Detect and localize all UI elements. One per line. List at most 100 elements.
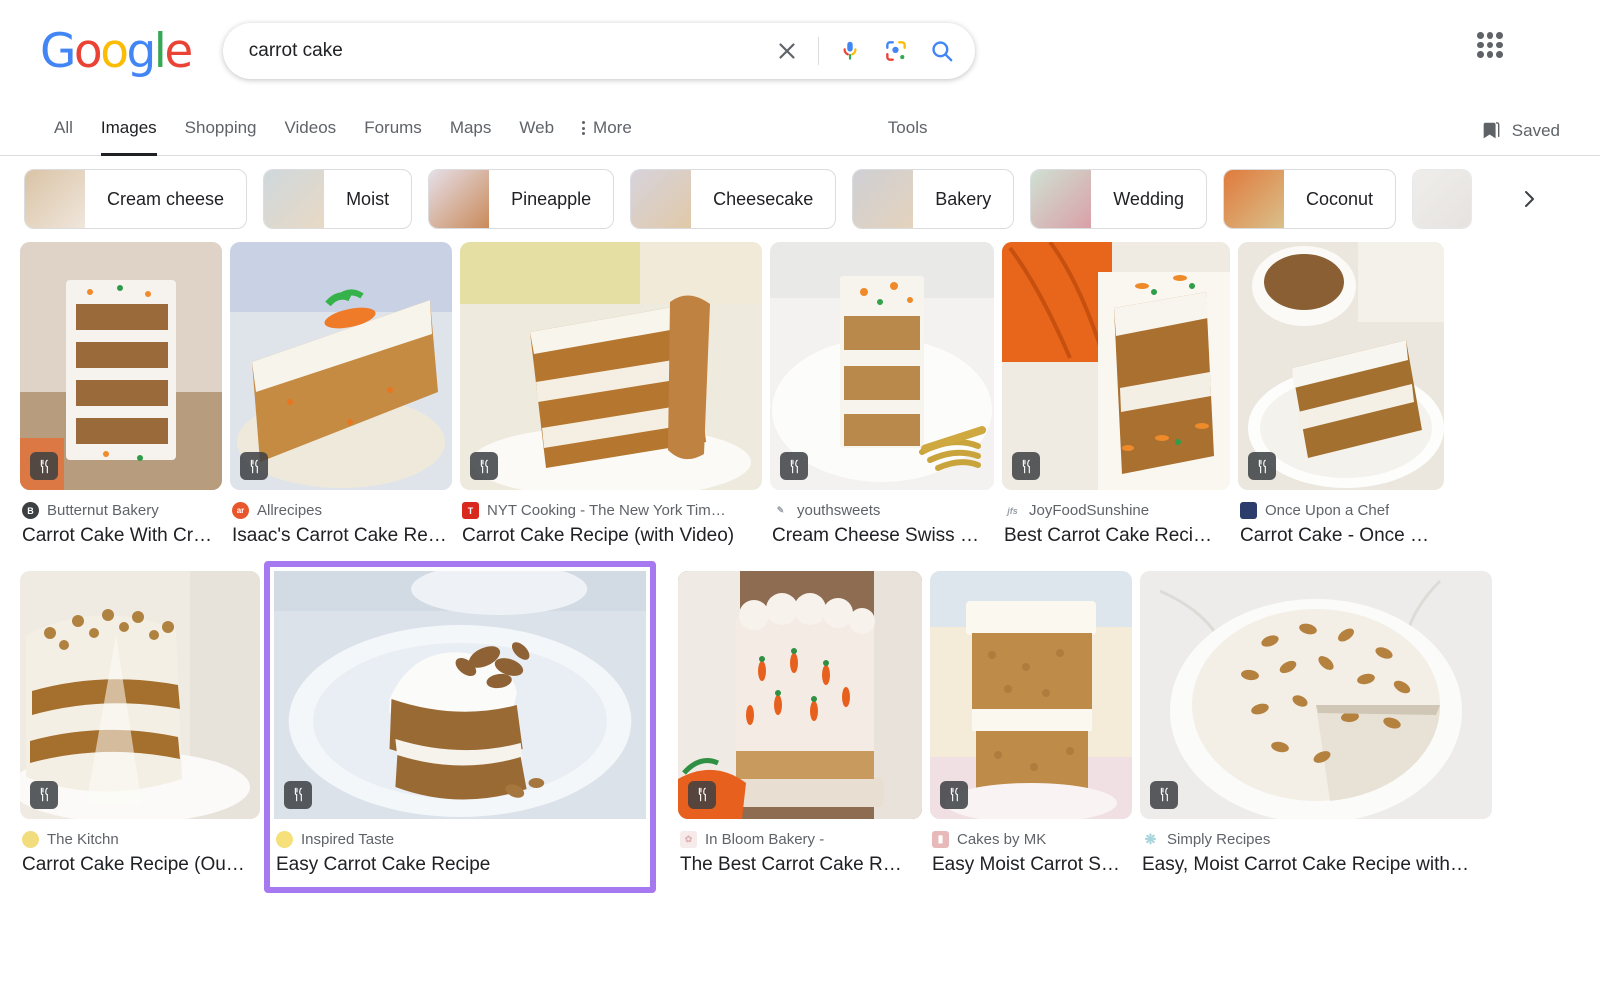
recipe-icon <box>30 452 58 480</box>
tab-images[interactable]: Images <box>87 118 171 156</box>
chip-label: Bakery <box>935 188 992 209</box>
result-thumbnail[interactable] <box>230 242 452 490</box>
result-title[interactable]: Carrot Cake Recipe (with Video) <box>462 524 760 549</box>
tab-more[interactable]: More <box>568 118 646 155</box>
result-source-label: Inspired Taste <box>301 830 395 848</box>
result-source-label: Allrecipes <box>257 502 323 519</box>
result-card[interactable]: ✿ In Bloom Bakery - The Best Carrot Cake… <box>678 570 922 878</box>
site-favicon-icon: ✎ <box>772 502 789 519</box>
recipe-icon <box>940 780 968 809</box>
result-title[interactable]: Best Carrot Cake Reci… <box>1004 524 1228 549</box>
carrot-cake-image <box>274 570 646 819</box>
logo-letter: e <box>164 23 193 79</box>
result-card[interactable]: ▮ Cakes by MK Easy Moist Carrot S… <box>930 570 1132 878</box>
result-meta: The Kitchn Carrot Cake Recipe (Ou… <box>20 819 260 878</box>
google-apps-grid-icon[interactable] <box>1474 29 1506 61</box>
result-source: ✎ youthsweets <box>772 502 992 519</box>
result-title[interactable]: Carrot Cake With Cr… <box>22 524 220 549</box>
result-meta: T NYT Cooking - The New York Tim… Carrot… <box>460 490 762 549</box>
bookmark-icon <box>1483 122 1500 139</box>
chip-moist[interactable]: Moist <box>263 169 413 229</box>
result-meta: ar Allrecipes Isaac's Carrot Cake Re… <box>230 490 452 549</box>
google-lens-icon[interactable] <box>873 28 919 74</box>
recipe-icon <box>30 780 58 809</box>
result-card[interactable]: ❋ Simply Recipes Easy, Moist Carrot Cake… <box>1140 570 1492 878</box>
logo-letter: l <box>153 23 167 79</box>
tab-videos[interactable]: Videos <box>271 118 351 155</box>
search-icon[interactable] <box>919 28 965 74</box>
tools-button[interactable]: Tools <box>874 118 942 155</box>
microphone-icon[interactable] <box>827 28 873 74</box>
result-source-label: Cakes by MK <box>957 830 1047 848</box>
result-meta: Inspired Taste Easy Carrot Cake Recipe <box>274 819 646 888</box>
logo-letter: G <box>40 23 76 79</box>
nav-tabs: All Images Shopping Videos Forums Maps W… <box>40 118 646 156</box>
result-title[interactable]: Easy Moist Carrot S… <box>932 853 1130 878</box>
carrot-cake-image <box>20 570 260 819</box>
result-meta: ✿ In Bloom Bakery - The Best Carrot Cake… <box>678 819 922 878</box>
site-favicon-icon: T <box>462 502 479 519</box>
tab-shopping[interactable]: Shopping <box>171 118 271 155</box>
site-favicon-icon <box>22 830 39 848</box>
result-thumbnail[interactable] <box>20 570 260 819</box>
tab-maps[interactable]: Maps <box>436 118 506 155</box>
result-thumbnail[interactable] <box>460 242 762 490</box>
result-source: B Butternut Bakery <box>22 502 220 519</box>
result-thumbnail[interactable] <box>274 570 646 819</box>
result-thumbnail[interactable] <box>678 570 922 819</box>
result-title[interactable]: Easy Carrot Cake Recipe <box>276 853 644 878</box>
site-favicon-icon: ❋ <box>1142 830 1159 848</box>
tab-all[interactable]: All <box>40 118 87 155</box>
chip-partial[interactable] <box>1412 169 1473 229</box>
result-card[interactable]: jfs JoyFoodSunshine Best Carrot Cake Rec… <box>1002 242 1230 549</box>
result-card[interactable]: ar Allrecipes Isaac's Carrot Cake Re… <box>230 242 452 549</box>
saved-button[interactable]: Saved <box>1480 120 1560 142</box>
result-card[interactable]: Once Upon a Chef Carrot Cake - Once … <box>1238 242 1444 549</box>
tab-forums[interactable]: Forums <box>350 118 436 155</box>
result-thumbnail[interactable] <box>930 570 1132 819</box>
chip-cheesecake[interactable]: Cheesecake <box>630 169 837 229</box>
result-title[interactable]: Carrot Cake Recipe (Ou… <box>22 853 258 878</box>
result-card[interactable]: ✎ youthsweets Cream Cheese Swiss … <box>770 242 994 549</box>
chip-thumbnail <box>1413 170 1472 228</box>
search-input[interactable] <box>248 40 764 62</box>
site-favicon-icon: jfs <box>1004 502 1021 519</box>
chip-coconut[interactable]: Coconut <box>1222 169 1397 229</box>
kebab-menu-icon <box>582 121 586 135</box>
result-thumbnail[interactable] <box>770 242 994 490</box>
chip-thumbnail <box>853 170 914 228</box>
chip-thumbnail <box>631 170 692 228</box>
result-source: jfs JoyFoodSunshine <box>1004 502 1228 519</box>
result-thumbnail[interactable] <box>1002 242 1230 490</box>
tab-web[interactable]: Web <box>505 118 568 155</box>
close-icon[interactable] <box>764 28 810 74</box>
result-card-selected[interactable]: Inspired Taste Easy Carrot Cake Recipe <box>264 560 656 894</box>
result-title[interactable]: Easy, Moist Carrot Cake Recipe with… <box>1142 853 1490 878</box>
page-header: Google <box>0 0 1600 102</box>
result-title[interactable]: Isaac's Carrot Cake Re… <box>232 524 450 549</box>
result-source-label: In Bloom Bakery - <box>705 830 825 848</box>
chip-bakery[interactable]: Bakery <box>852 169 1015 229</box>
result-title[interactable]: Cream Cheese Swiss … <box>772 524 992 549</box>
result-title[interactable]: The Best Carrot Cake R… <box>680 853 920 878</box>
site-favicon-icon: ✿ <box>680 830 697 848</box>
chip-cream-cheese[interactable]: Cream cheese <box>24 169 248 229</box>
result-thumbnail[interactable] <box>1238 242 1444 490</box>
result-card[interactable]: The Kitchn Carrot Cake Recipe (Ou… <box>20 570 260 878</box>
logo-letter: o <box>73 23 103 79</box>
result-card[interactable]: B Butternut Bakery Carrot Cake With Cr… <box>20 242 222 549</box>
result-source: ar Allrecipes <box>232 502 450 519</box>
result-source: ❋ Simply Recipes <box>1142 830 1490 848</box>
result-thumbnail[interactable] <box>20 242 222 490</box>
result-source-label: NYT Cooking - The New York Tim… <box>487 502 726 519</box>
result-thumbnail[interactable] <box>1140 570 1492 819</box>
chip-label: Cheesecake <box>713 188 814 209</box>
chip-wedding[interactable]: Wedding <box>1030 169 1207 229</box>
chevron-right-icon[interactable] <box>1512 182 1546 216</box>
result-card[interactable]: T NYT Cooking - The New York Tim… Carrot… <box>460 242 762 549</box>
chip-pineapple[interactable]: Pineapple <box>428 169 615 229</box>
result-title[interactable]: Carrot Cake - Once … <box>1240 524 1442 549</box>
recipe-icon <box>1248 452 1276 480</box>
google-logo[interactable]: Google <box>40 28 193 75</box>
search-bar[interactable] <box>222 23 975 79</box>
